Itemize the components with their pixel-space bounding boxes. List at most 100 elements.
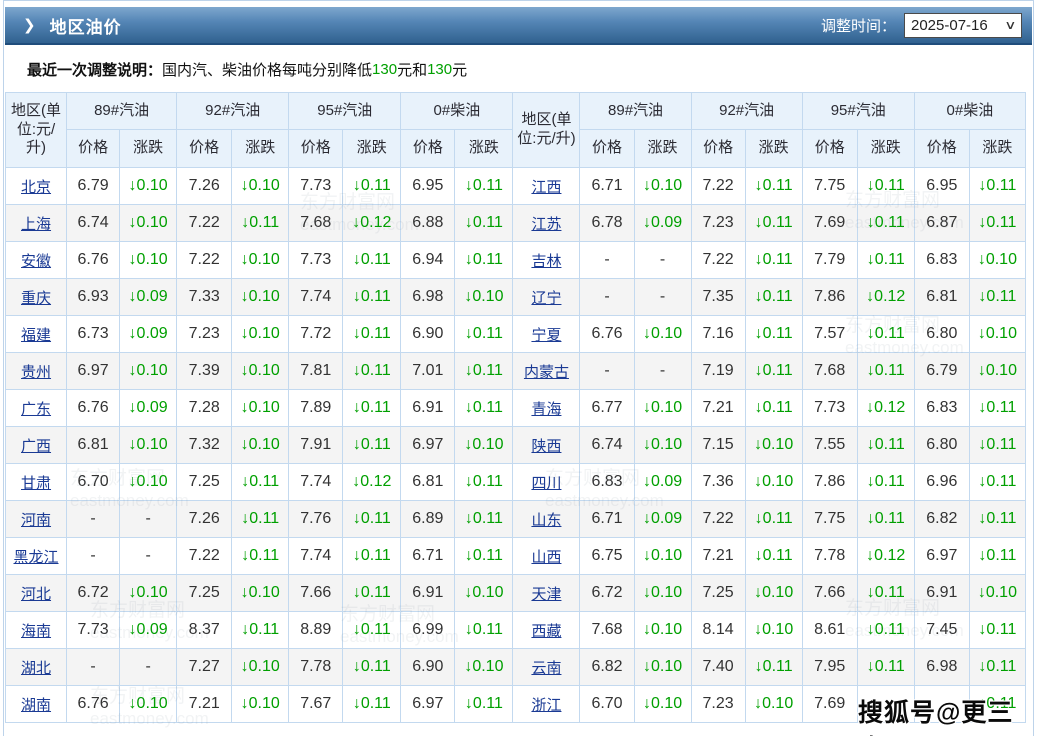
region-link[interactable]: 云南 <box>531 660 561 677</box>
region-column-header-right: 地区(单位:元/升) <box>513 93 580 168</box>
price-cell: 6.90 <box>401 649 455 686</box>
price-change-cell: ↓0.10 <box>120 686 177 723</box>
region-link[interactable]: 山东 <box>531 512 561 529</box>
price-change-cell: ↓0.11 <box>455 205 513 242</box>
price-cell: 7.22 <box>177 538 232 575</box>
price-cell: 6.82 <box>580 649 634 686</box>
price-change-cell: ↓0.09 <box>120 612 177 649</box>
price-cell: 7.22 <box>177 242 232 279</box>
price-cell: 6.72 <box>580 575 634 612</box>
region-link[interactable]: 北京 <box>21 179 51 196</box>
price-change-cell: ↓0.11 <box>969 649 1025 686</box>
price-change-cell: ↓0.10 <box>745 464 802 501</box>
price-change-cell: ↓0.11 <box>969 279 1025 316</box>
price-change-cell: ↓0.11 <box>745 353 802 390</box>
region-cell: 山东 <box>513 501 580 538</box>
region-link[interactable]: 福建 <box>21 327 51 344</box>
price-cell: 6.96 <box>914 464 969 501</box>
price-cell: 7.66 <box>289 575 343 612</box>
adjust-date-select[interactable]: 2025-07-16 ∨ <box>904 13 1022 38</box>
price-cell: 6.99 <box>401 612 455 649</box>
price-change-cell: ↓0.11 <box>455 538 513 575</box>
price-change-cell: ↓0.11 <box>343 168 401 205</box>
price-change-cell: ↓0.10 <box>634 316 691 353</box>
price-change-cell: ↓0.10 <box>120 464 177 501</box>
price-cell: 7.68 <box>580 612 634 649</box>
price-change-cell: - <box>120 538 177 575</box>
price-change-cell: ↓0.11 <box>857 353 914 390</box>
price-cell: 7.25 <box>691 575 745 612</box>
col-header-89-gasoline-left: 89#汽油 <box>67 93 177 130</box>
price-cell: 6.72 <box>67 575 120 612</box>
price-change-cell: ↓0.11 <box>232 205 289 242</box>
price-cell: 7.72 <box>289 316 343 353</box>
price-change-cell: ↓0.11 <box>232 612 289 649</box>
price-change-cell: ↓0.11 <box>857 427 914 464</box>
region-link[interactable]: 辽宁 <box>531 290 561 307</box>
region-link[interactable]: 河北 <box>21 586 51 603</box>
region-link[interactable]: 山西 <box>531 549 561 566</box>
sub-header-change: 涨跌 <box>120 130 177 168</box>
price-cell: 6.95 <box>914 168 969 205</box>
region-link[interactable]: 四川 <box>531 475 561 492</box>
price-cell: 7.74 <box>289 464 343 501</box>
region-link[interactable]: 湖北 <box>21 660 51 677</box>
price-change-cell: ↓0.11 <box>969 612 1025 649</box>
sub-header-price: 价格 <box>580 130 634 168</box>
price-cell: 6.75 <box>580 538 634 575</box>
price-change-cell: ↓0.10 <box>120 168 177 205</box>
region-link[interactable]: 重庆 <box>21 290 51 307</box>
price-cell: 7.86 <box>802 279 857 316</box>
price-change-cell: ↓0.11 <box>343 242 401 279</box>
price-cell: 6.81 <box>914 279 969 316</box>
price-change-cell: ↓0.10 <box>232 279 289 316</box>
price-change-cell: ↓0.09 <box>634 205 691 242</box>
price-cell: 7.22 <box>691 242 745 279</box>
region-cell: 辽宁 <box>513 279 580 316</box>
region-link[interactable]: 天津 <box>531 586 561 603</box>
region-link[interactable]: 内蒙古 <box>524 364 569 381</box>
region-cell: 内蒙古 <box>513 353 580 390</box>
price-change-cell: ↓0.11 <box>857 464 914 501</box>
region-link[interactable]: 上海 <box>21 216 51 233</box>
price-change-cell: ↓0.11 <box>343 575 401 612</box>
region-link[interactable]: 甘肃 <box>21 475 51 492</box>
region-link[interactable]: 吉林 <box>531 253 561 270</box>
region-link[interactable]: 安徽 <box>21 253 51 270</box>
price-cell: 7.95 <box>802 649 857 686</box>
region-link[interactable]: 贵州 <box>21 364 51 381</box>
price-change-cell: ↓0.10 <box>634 390 691 427</box>
price-change-cell: ↓0.10 <box>455 279 513 316</box>
price-change-cell: ↓0.10 <box>745 575 802 612</box>
region-link[interactable]: 广西 <box>21 438 51 455</box>
region-cell: 河南 <box>6 501 67 538</box>
price-change-cell: ↓0.11 <box>455 686 513 723</box>
region-link[interactable]: 江西 <box>531 179 561 196</box>
region-link[interactable]: 河南 <box>21 512 51 529</box>
region-link[interactable]: 浙江 <box>531 697 561 714</box>
title-bar: ❯ 地区油价 调整时间： 2025-07-16 ∨ <box>5 7 1032 45</box>
price-change-cell: ↓0.11 <box>343 353 401 390</box>
price-change-cell: ↓0.11 <box>857 501 914 538</box>
price-cell: 7.15 <box>691 427 745 464</box>
price-change-cell: ↓0.10 <box>232 649 289 686</box>
price-cell: 7.36 <box>691 464 745 501</box>
price-change-cell: ↓0.12 <box>857 538 914 575</box>
region-link[interactable]: 江苏 <box>531 216 561 233</box>
region-link[interactable]: 黑龙江 <box>14 549 59 566</box>
price-change-cell: - <box>634 279 691 316</box>
price-change-cell: ↓0.11 <box>343 316 401 353</box>
region-link[interactable]: 西藏 <box>531 623 561 640</box>
table-row: 甘肃6.70↓0.107.25↓0.117.74↓0.126.81↓0.11四川… <box>6 464 1026 501</box>
region-link[interactable]: 宁夏 <box>531 327 561 344</box>
price-change-cell: ↓0.11 <box>745 501 802 538</box>
price-cell: 6.89 <box>401 501 455 538</box>
region-link[interactable]: 青海 <box>531 401 561 418</box>
price-change-cell: ↓0.11 <box>969 427 1025 464</box>
region-link[interactable]: 广东 <box>21 401 51 418</box>
price-cell: 7.39 <box>177 353 232 390</box>
region-link[interactable]: 湖南 <box>21 697 51 714</box>
price-change-cell: ↓0.10 <box>634 427 691 464</box>
region-link[interactable]: 海南 <box>21 623 51 640</box>
region-link[interactable]: 陕西 <box>531 438 561 455</box>
